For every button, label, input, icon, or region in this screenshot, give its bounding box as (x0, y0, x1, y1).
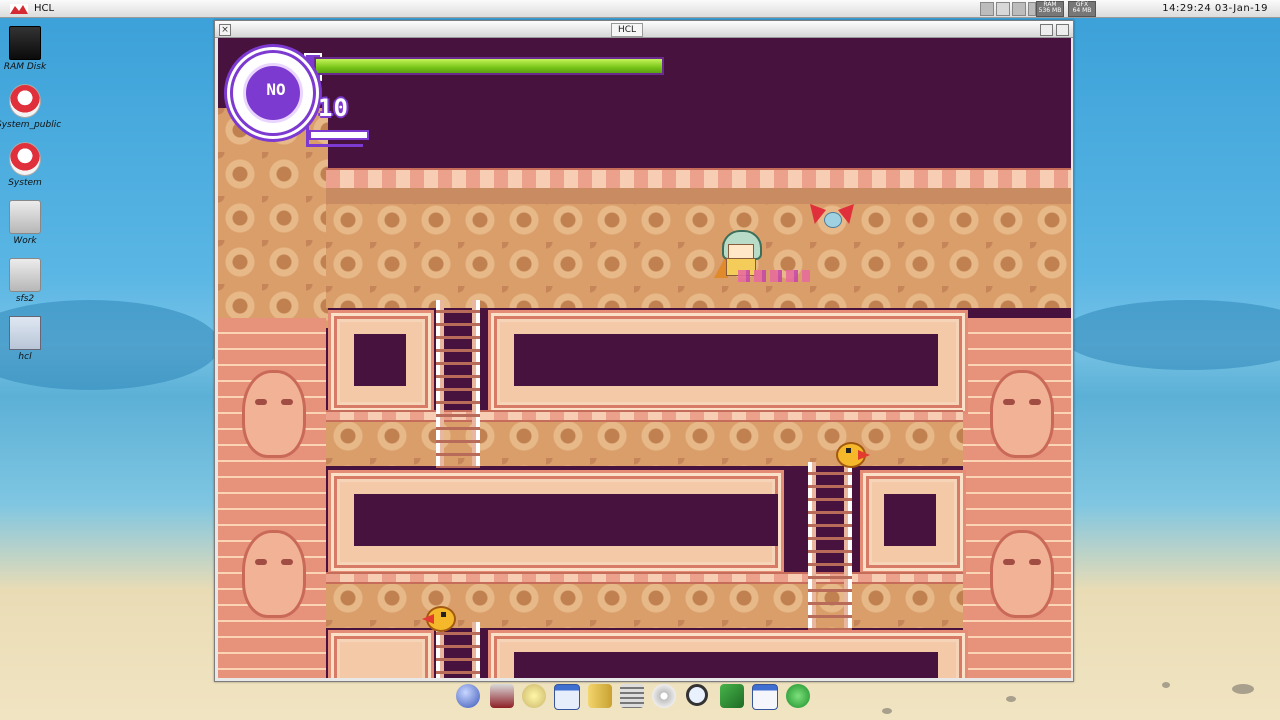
corridor-strip (326, 188, 1071, 204)
mid-ledge (326, 410, 963, 422)
disk-icon (9, 142, 41, 176)
desktop-pebble (1162, 682, 1170, 688)
corridor-wall (326, 198, 1071, 308)
frame-window (884, 494, 936, 546)
disk-icon (9, 84, 41, 118)
frame-window (354, 494, 778, 546)
desktop-icon-label: System_public (0, 120, 62, 130)
menubar-clock: 14:29:24 03-Jan-19 (1162, 3, 1268, 14)
low-ledge (326, 572, 963, 584)
desktop-icon-label: hcl (18, 352, 32, 362)
hcl-window[interactable]: × HCL NO 10 (214, 20, 1074, 682)
desktop-icon-ram-disk[interactable]: RAM Disk (2, 26, 48, 72)
desktop-icon-work[interactable]: Work (2, 200, 48, 246)
ball-icon[interactable] (456, 684, 480, 708)
drawer-icon (9, 200, 41, 234)
drawer-icon (9, 258, 41, 292)
desktop-hill (1060, 300, 1280, 370)
stone-face-carving (990, 370, 1054, 458)
desktop-pebble (882, 708, 892, 714)
game-canvas[interactable]: NO 10 (218, 38, 1071, 678)
ladder (808, 462, 852, 630)
boing-logo-icon[interactable] (10, 4, 28, 14)
health-bar-fill (316, 59, 662, 73)
tray-network-icon[interactable] (980, 2, 994, 16)
download-icon[interactable] (786, 684, 810, 708)
window-title: HCL (611, 23, 644, 37)
desktop-icon-system-public[interactable]: System_public (0, 84, 62, 130)
gfx-meter-value: 64 MB (1072, 7, 1092, 14)
search-icon[interactable] (686, 684, 708, 706)
window-close-button[interactable]: × (219, 24, 231, 36)
editor-icon[interactable] (720, 684, 744, 708)
gfx-meter: GFX 64 MB (1068, 1, 1096, 17)
desktop-icon-label: System (8, 178, 42, 188)
dash-trail (738, 270, 810, 282)
disc-icon[interactable] (652, 684, 676, 708)
weapon-medallion: NO (230, 50, 316, 136)
calendar-icon[interactable] (752, 684, 778, 710)
desktop-pebble (1006, 696, 1016, 702)
frame-window (514, 334, 938, 386)
desktop-icon-sfs2[interactable]: sfs2 (2, 258, 48, 304)
window-icon[interactable] (554, 684, 580, 710)
ram-meter-value: 536 MB (1038, 7, 1062, 14)
game-hud: NO 10 (218, 38, 678, 158)
weapon-label: NO (266, 80, 286, 99)
notes-icon[interactable] (620, 684, 644, 708)
tray-screens-icon[interactable] (996, 2, 1010, 16)
desktop-icon-label: Work (13, 236, 37, 246)
frame-window (354, 334, 406, 386)
ramdisk-icon (9, 26, 41, 60)
menubar-title: HCL (34, 3, 55, 14)
desktop-icon-label: sfs2 (15, 294, 35, 304)
document-icon (9, 316, 41, 350)
dock (452, 684, 822, 710)
desktop-pebble (1232, 684, 1254, 694)
frame-window (514, 652, 938, 678)
stone-face-carving (990, 530, 1054, 618)
files-icon[interactable] (588, 684, 612, 708)
stone-face-carving (242, 530, 306, 618)
bat-enemy (810, 202, 854, 230)
stone-face-carving (242, 370, 306, 458)
window-iconify-button[interactable] (1040, 24, 1053, 36)
tray-printer-icon[interactable] (1012, 2, 1026, 16)
menubar: HCL RAM 536 MB GFX 64 MB 14:29:24 03-Jan… (0, 0, 1280, 18)
desktop-icon-system[interactable]: System (2, 142, 48, 188)
ram-meter: RAM 536 MB (1036, 1, 1064, 17)
tray-volume-icon[interactable] (1028, 2, 1036, 16)
bird-enemy (832, 440, 870, 468)
ladder (436, 300, 480, 468)
bird-enemy (422, 604, 460, 632)
health-bar (314, 57, 664, 75)
window-titlebar[interactable]: × HCL (215, 21, 1073, 38)
prefs-icon[interactable] (522, 684, 546, 708)
ammo-count: 10 (318, 94, 349, 122)
stone-frame (328, 630, 434, 678)
desktop-icon-hcl[interactable]: hcl (2, 316, 48, 362)
window-depth-button[interactable] (1056, 24, 1069, 36)
desktop-icon-label: RAM Disk (3, 62, 47, 72)
viewer-icon[interactable] (490, 684, 514, 708)
